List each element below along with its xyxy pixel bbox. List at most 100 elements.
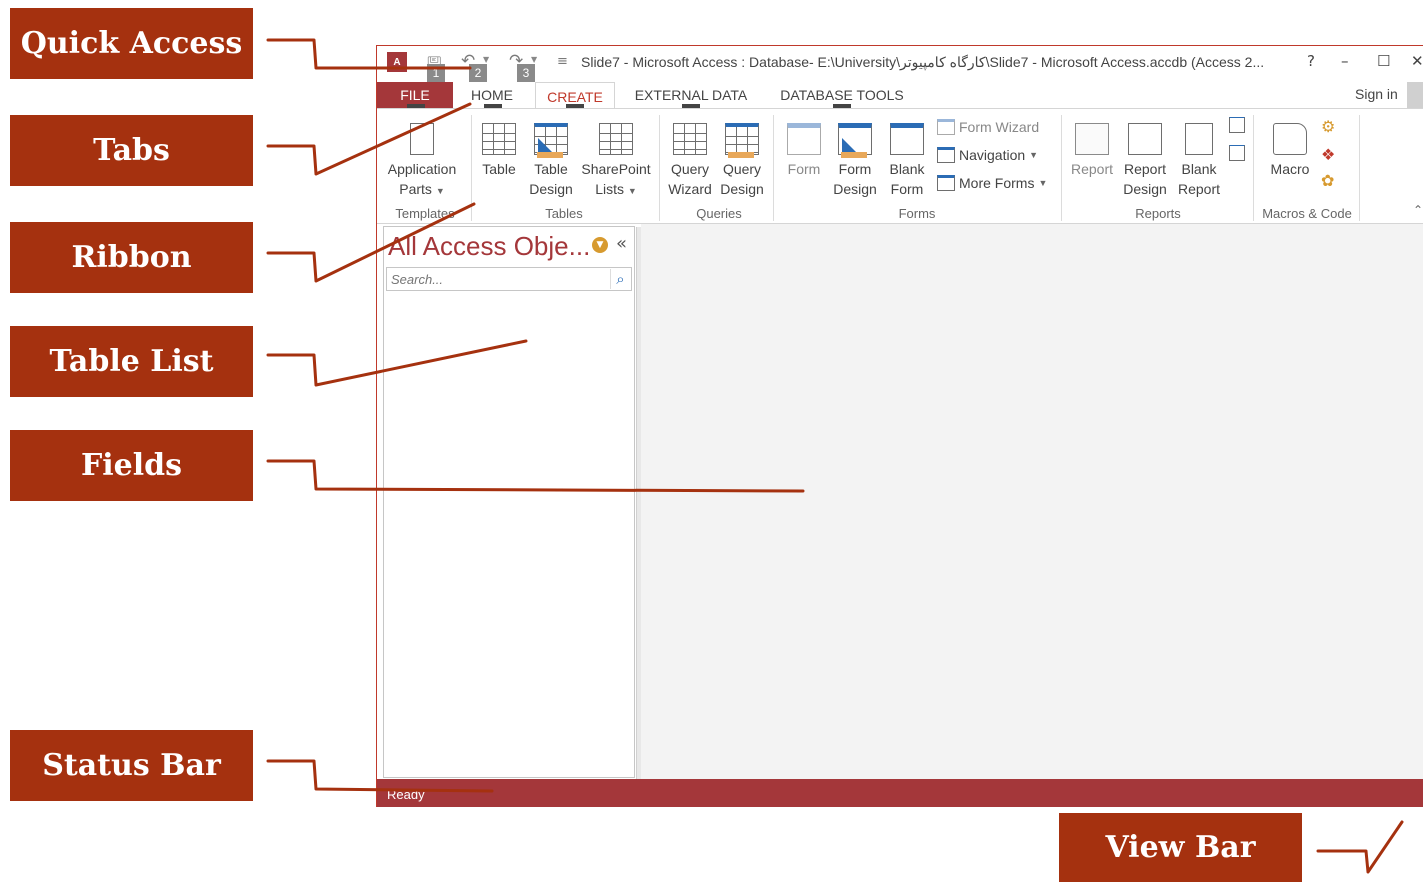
query-wizard-label-1: Query [670,161,710,177]
nav-pane-menu-icon[interactable]: ▼ [592,237,608,253]
access-window: A 🖫 ↶ ▼ ↷ ▼ ≡ 1 2 3 Slide7 - Microsoft A… [376,45,1423,807]
blank-form-label-1: Blank [889,161,925,177]
maximize-button[interactable]: ☐ [1377,52,1390,70]
user-avatar[interactable] [1407,82,1423,108]
ribbon-separator [1253,115,1254,221]
access-app-icon[interactable]: A [387,52,407,72]
ribbon-tabs: FILE HOME CREATE EXTERNAL DATA DATABASE … [377,82,1423,110]
report-wizard-icon [1229,117,1245,133]
table-design-label-1: Table [534,161,568,177]
form-design-button[interactable]: Form Design [831,123,879,199]
more-forms-label: More Forms [959,175,1035,191]
status-text: Ready [387,787,425,802]
ribbon-separator [1061,115,1062,221]
query-design-icon [725,123,759,158]
query-wizard-label-2: Wizard [668,181,712,197]
customize-quick-access-icon[interactable]: ≡ [557,54,568,69]
form-wizard-icon [937,119,955,135]
nav-search-input[interactable] [386,267,632,291]
close-button[interactable]: ✕ [1411,52,1423,70]
blank-report-label-1: Blank [1181,161,1217,177]
keytip-quick-access-1: 1 [427,64,445,82]
report-icon [1075,123,1109,155]
sharepoint-lists-button[interactable]: SharePoint Lists ▼ [579,123,653,201]
ribbon-separator [659,115,660,221]
document-workspace [641,224,1423,780]
callout-ribbon: Ribbon [10,222,253,293]
shutter-bar-collapse-icon[interactable]: « [616,233,627,254]
keytip-quick-access-3: 3 [517,64,535,82]
navigation-icon [937,147,955,163]
ribbon-separator [773,115,774,221]
group-label-reports: Reports [1135,206,1181,221]
application-parts-label-2: Parts [399,181,432,197]
navigation-button[interactable]: Navigation ▼ [937,147,1038,163]
form-wizard-label: Form Wizard [959,119,1040,135]
report-design-button[interactable]: Report Design [1119,123,1171,199]
collapse-ribbon-icon[interactable]: ⌃ [1413,203,1423,217]
macro-button[interactable]: Macro [1265,123,1315,179]
blank-report-icon [1185,123,1213,155]
window-title: Slide7 - Microsoft Access : Database- E:… [581,54,1265,70]
query-design-label-1: Query [722,161,762,177]
callout-status-bar: Status Bar [10,730,253,801]
report-button[interactable]: Report [1067,123,1117,179]
undo-dropdown-icon[interactable]: ▼ [483,55,489,64]
form-label: Form [787,161,821,177]
more-forms-icon [937,175,955,191]
ribbon: Application Parts ▼ Templates Table Tabl… [377,108,1423,224]
sharepoint-lists-icon [599,123,633,155]
application-parts-icon [410,123,434,155]
table-design-button[interactable]: Table Design [527,123,575,199]
application-parts-label-1: Application [387,161,457,177]
form-button[interactable]: Form [779,123,829,179]
form-design-label-1: Form [838,161,872,177]
more-forms-button[interactable]: More Forms ▼ [937,175,1047,191]
group-label-macros-code: Macros & Code [1262,206,1352,221]
callout-view-bar: View Bar [1059,813,1302,882]
blank-report-label-2: Report [1177,181,1221,197]
query-design-label-2: Design [720,181,764,197]
class-module-icon: ❖ [1321,147,1336,164]
module-button[interactable]: ⚙ [1321,117,1335,137]
form-wizard-button[interactable]: Form Wizard [937,119,1039,135]
visual-basic-button[interactable]: ✿ [1321,171,1334,191]
ribbon-separator [1359,115,1360,221]
status-bar: Ready [377,779,1423,807]
labels-button[interactable] [1229,145,1245,161]
query-design-button[interactable]: Query Design [717,123,767,199]
navigation-label: Navigation [959,147,1026,163]
redo-dropdown-icon[interactable]: ▼ [531,55,537,64]
nav-pane-title[interactable]: All Access Obje... [388,231,590,262]
blank-form-button[interactable]: Blank Form [883,123,931,199]
callout-table-list: Table List [10,326,253,397]
module-icon: ⚙ [1321,119,1336,136]
keytip-quick-access-2: 2 [469,64,487,82]
sign-in-link[interactable]: Sign in [1355,86,1398,102]
callout-fields: Fields [10,430,253,501]
report-label: Report [1070,161,1114,177]
class-module-button[interactable]: ❖ [1321,145,1335,165]
table-design-label-2: Design [529,181,573,197]
connector-view-bar [1316,820,1404,874]
visual-basic-icon: ✿ [1321,173,1335,190]
report-design-label-2: Design [1123,181,1167,197]
blank-report-button[interactable]: Blank Report [1173,123,1225,199]
query-wizard-button[interactable]: Query Wizard [665,123,715,199]
report-design-label-1: Report [1123,161,1167,177]
macro-icon [1273,123,1307,155]
group-label-tables: Tables [545,206,583,221]
callout-quick-access: Quick Access [10,8,253,79]
table-label: Table [482,161,516,177]
minimize-button[interactable]: – [1341,52,1349,70]
chevron-down-icon: ▼ [627,186,637,196]
help-button[interactable]: ? [1307,52,1315,70]
table-button[interactable]: Table [477,123,521,179]
table-icon [482,123,516,155]
blank-form-label-2: Form [890,181,924,197]
report-wizard-button[interactable] [1229,117,1245,133]
application-parts-button[interactable]: Application Parts ▼ [383,123,461,201]
labels-icon [1229,145,1245,161]
search-icon[interactable]: ⌕ [610,269,630,289]
title-bar: A 🖫 ↶ ▼ ↷ ▼ ≡ 1 2 3 Slide7 - Microsoft A… [377,46,1423,82]
